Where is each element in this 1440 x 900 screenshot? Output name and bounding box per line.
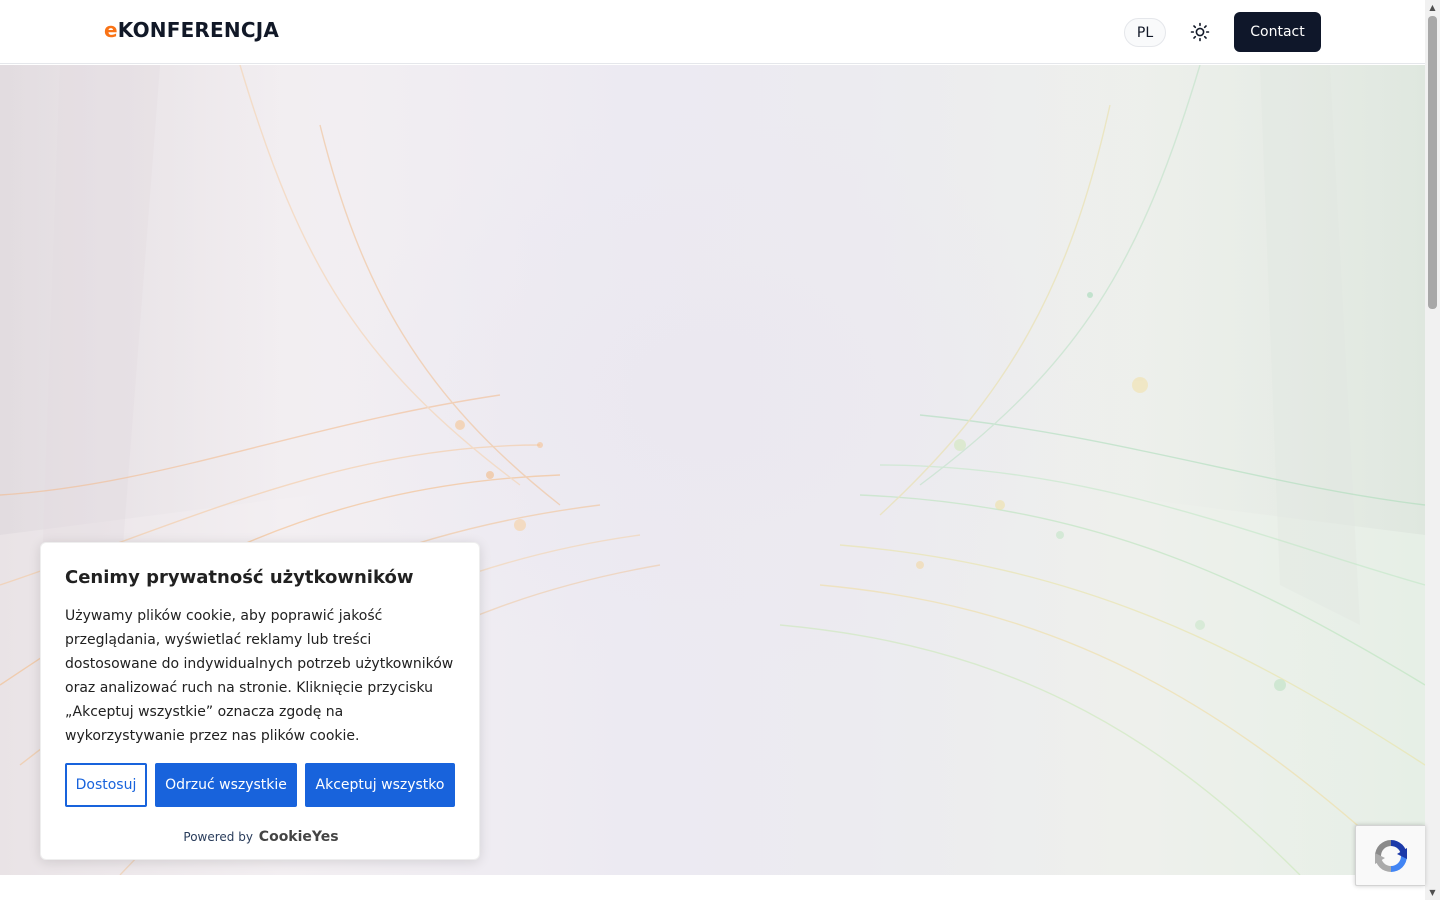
theme-toggle-button[interactable] [1186,18,1214,46]
scrollbar-thumb[interactable] [1428,16,1437,309]
cookieyes-logo[interactable]: CookieYes [259,829,339,845]
recaptcha-badge[interactable] [1355,825,1425,886]
recaptcha-icon [1374,839,1407,872]
page-scrollbar[interactable]: ▲ ▼ [1425,0,1440,900]
sun-icon [1190,22,1210,42]
page: eKONFERENCJA PL Contact ▲ ▼ Cenimy prywa… [0,0,1440,900]
logo-accent: e [104,18,118,42]
cookie-banner-actions: Dostosuj Odrzuć wszystkie Akceptuj wszys… [65,763,455,807]
site-header: eKONFERENCJA PL Contact [0,0,1425,64]
contact-button[interactable]: Contact [1234,12,1321,52]
powered-by-label: Powered by [183,830,253,844]
cookie-banner-title: Cenimy prywatność użytkowników [65,567,414,588]
powered-by: Powered by CookieYes [41,829,481,845]
accept-all-cookies-button[interactable]: Akceptuj wszystko [305,763,455,807]
page-content-start [0,875,1425,900]
arrow-up-icon[interactable]: ▲ [1425,0,1440,15]
reject-all-cookies-button[interactable]: Odrzuć wszystkie [155,763,297,807]
logo-text: KONFERENCJA [117,18,280,42]
arrow-down-icon[interactable]: ▼ [1425,885,1440,900]
customize-cookies-button[interactable]: Dostosuj [65,763,147,807]
cookie-banner-description: Używamy plików cookie, aby poprawić jako… [65,608,454,744]
cookie-consent-banner: Cenimy prywatność użytkowników Używamy p… [40,542,480,860]
language-switcher[interactable]: PL [1124,18,1166,47]
site-logo[interactable]: eKONFERENCJA [104,18,279,42]
